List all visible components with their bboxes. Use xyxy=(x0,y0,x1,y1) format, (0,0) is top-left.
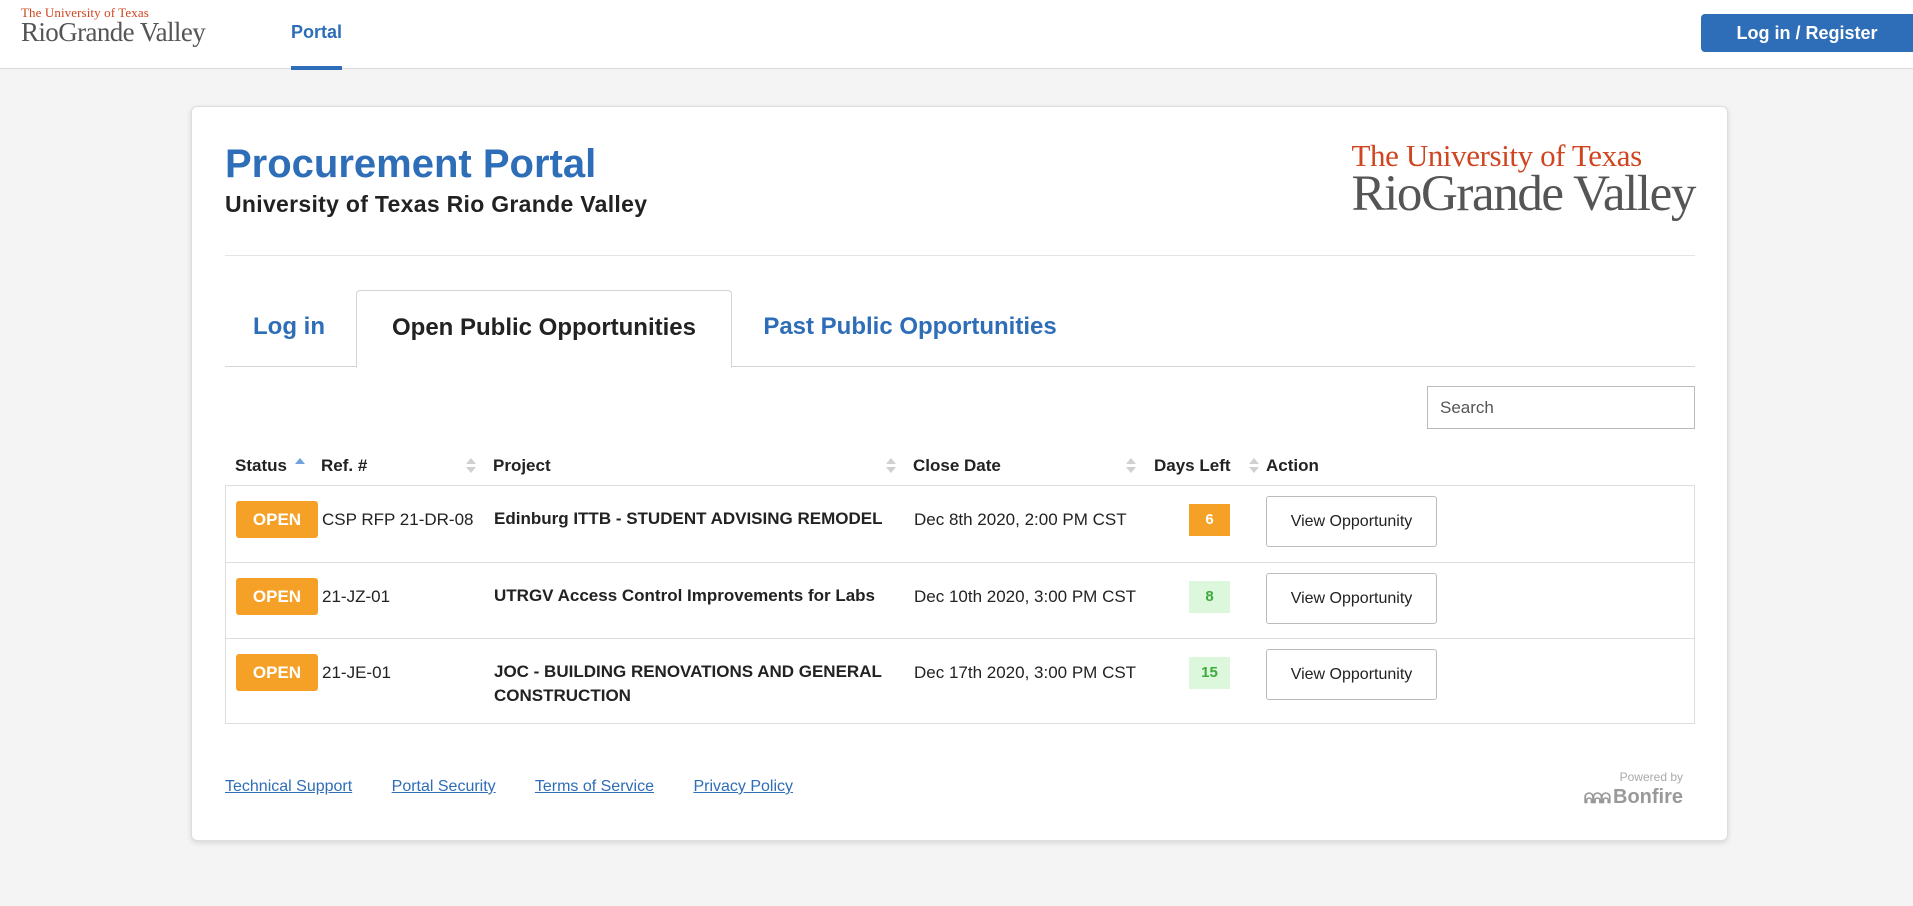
table-header: Status Ref. # Project Close Date Days Le… xyxy=(225,447,1695,485)
col-close-date-label: Close Date xyxy=(913,456,1001,475)
col-days-left-label: Days Left xyxy=(1154,456,1231,475)
col-project[interactable]: Project xyxy=(493,447,551,485)
sort-asc-icon[interactable] xyxy=(295,456,305,476)
col-status-label: Status xyxy=(235,456,287,475)
sort-icon[interactable] xyxy=(466,456,476,476)
project-name: UTRGV Access Control Improvements for La… xyxy=(494,584,875,608)
col-ref[interactable]: Ref. # xyxy=(321,447,367,485)
col-project-label: Project xyxy=(493,456,551,475)
project-line1: Edinburg ITTB - STUDENT ADVISING REMODEL xyxy=(494,509,883,528)
bonfire-brand: ᕱᕱᕱ Bonfire xyxy=(1584,786,1683,809)
nav-portal[interactable]: Portal xyxy=(291,0,343,70)
close-date: Dec 17th 2020, 3:00 PM CST xyxy=(914,663,1137,682)
table-row: OPEN CSP RFP 21-DR-08 Edinburg ITTB - ST… xyxy=(226,486,1694,562)
days-left-badge: 15 xyxy=(1189,657,1230,689)
col-close-date[interactable]: Close Date xyxy=(913,447,1001,485)
tab-open-opportunities[interactable]: Open Public Opportunities xyxy=(356,290,732,368)
sort-icon[interactable] xyxy=(1249,456,1259,476)
project-name: JOC - BUILDING RENOVATIONS AND GENERAL C… xyxy=(494,660,882,708)
col-ref-label: Ref. # xyxy=(321,456,368,475)
ref-number: 21-JE-01 xyxy=(322,663,391,682)
page-subtitle: University of Texas Rio Grande Valley xyxy=(225,191,648,217)
footer-links: Technical Support Portal Security Terms … xyxy=(225,778,828,796)
status-badge: OPEN xyxy=(236,578,318,615)
page-title: Procurement Portal xyxy=(225,142,597,186)
bonfire-brand-label: Bonfire xyxy=(1613,786,1683,808)
tab-past-opportunities[interactable]: Past Public Opportunities xyxy=(735,290,1085,367)
status-badge: OPEN xyxy=(236,654,318,691)
bonfire-logo-icon: ᕱᕱᕱ xyxy=(1583,790,1611,806)
table-row: OPEN 21-JZ-01 UTRGV Access Control Impro… xyxy=(226,562,1694,638)
link-privacy-policy[interactable]: Privacy Policy xyxy=(693,778,793,795)
tab-login[interactable]: Log in xyxy=(225,290,353,367)
search-input[interactable] xyxy=(1427,386,1695,429)
status-badge: OPEN xyxy=(236,501,318,538)
header-divider xyxy=(225,255,1695,256)
opportunities-table: OPEN CSP RFP 21-DR-08 Edinburg ITTB - ST… xyxy=(225,485,1695,724)
powered-by-label: Powered by xyxy=(1619,770,1683,784)
view-opportunity-button[interactable]: View Opportunity xyxy=(1266,649,1437,700)
ref-number: CSP RFP 21-DR-08 xyxy=(322,510,474,529)
days-left-badge: 6 xyxy=(1189,504,1230,536)
tab-bar: Log in Open Public Opportunities Past Pu… xyxy=(225,290,1695,368)
top-navbar: The University of Texas RioGrande Valley… xyxy=(0,0,1913,70)
close-date: Dec 10th 2020, 3:00 PM CST xyxy=(914,587,1137,606)
portal-card: Procurement Portal University of Texas R… xyxy=(191,106,1728,841)
utrgv-logo[interactable]: The University of Texas RioGrande Valley xyxy=(21,6,206,47)
sort-icon[interactable] xyxy=(1126,456,1136,476)
link-technical-support[interactable]: Technical Support xyxy=(225,778,352,795)
sort-icon[interactable] xyxy=(886,456,896,476)
project-line2: CONSTRUCTION xyxy=(494,686,631,705)
link-portal-security[interactable]: Portal Security xyxy=(392,778,496,795)
project-line1: JOC - BUILDING RENOVATIONS AND GENERAL xyxy=(494,662,882,681)
table-row: OPEN 21-JE-01 JOC - BUILDING RENOVATIONS… xyxy=(226,638,1694,723)
view-opportunity-button[interactable]: View Opportunity xyxy=(1266,496,1437,547)
link-terms-of-service[interactable]: Terms of Service xyxy=(535,778,654,795)
card-logo-line2: RioGrande Valley xyxy=(1351,166,1697,222)
login-register-button[interactable]: Log in / Register xyxy=(1701,14,1913,52)
nav-portal-label: Portal xyxy=(291,22,343,42)
col-action: Action xyxy=(1266,447,1319,485)
close-date: Dec 8th 2020, 2:00 PM CST xyxy=(914,510,1127,529)
ref-number: 21-JZ-01 xyxy=(322,587,391,606)
utrgv-card-logo: The University of Texas RioGrande Valley xyxy=(1351,140,1697,222)
powered-by-bonfire[interactable]: Powered by ᕱᕱᕱ Bonfire xyxy=(1584,770,1683,809)
days-left-badge: 8 xyxy=(1189,581,1230,613)
logo-line2: RioGrande Valley xyxy=(21,17,206,47)
col-action-label: Action xyxy=(1266,456,1319,475)
project-line1: UTRGV Access Control Improvements for La… xyxy=(494,586,876,605)
nav-active-underline xyxy=(291,66,343,70)
col-days-left[interactable]: Days Left xyxy=(1154,447,1231,485)
col-status[interactable]: Status xyxy=(235,447,287,485)
view-opportunity-button[interactable]: View Opportunity xyxy=(1266,573,1437,624)
project-name: Edinburg ITTB - STUDENT ADVISING REMODEL xyxy=(494,507,882,531)
